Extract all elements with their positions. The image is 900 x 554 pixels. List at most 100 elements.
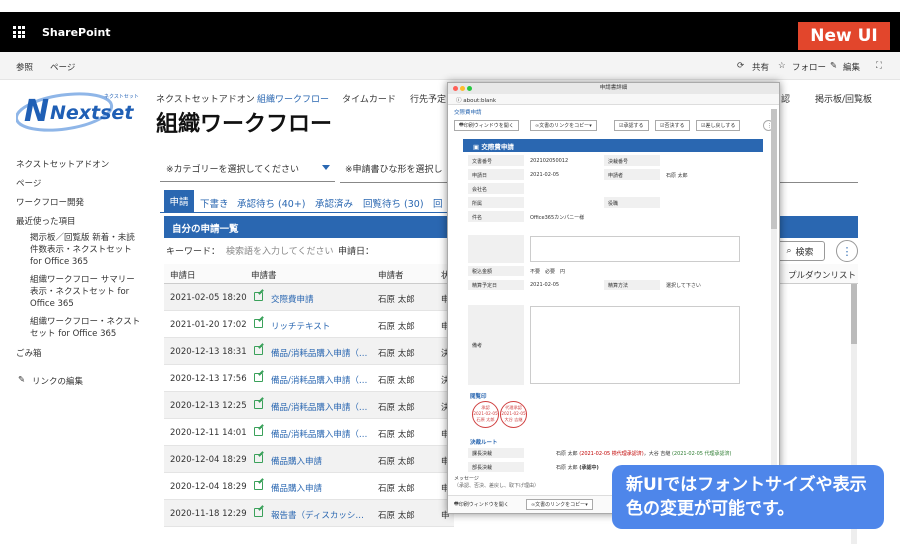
nav-schedule[interactable]: 行先予定	[410, 92, 446, 105]
app-title[interactable]: SharePoint	[42, 26, 111, 39]
method-select[interactable]: 選択して下さい	[666, 282, 701, 289]
tab-pending[interactable]: 承認待ち (40+)	[237, 196, 305, 210]
leftnav-page[interactable]: ページ	[16, 177, 41, 189]
row-form-link[interactable]: 報告書（ディスカッシ…	[271, 509, 364, 521]
search-button[interactable]: ⌕ 検索	[775, 241, 825, 261]
row-date: 2020-12-11 14:01	[170, 428, 247, 438]
field-value[interactable]: 202102050012	[530, 158, 568, 164]
search-input[interactable]: 検索語を入力してください	[226, 244, 333, 257]
open-window-icon[interactable]	[254, 400, 263, 409]
page-tab[interactable]: ページ	[50, 61, 75, 73]
leftnav-recent[interactable]: 最近使った項目	[16, 215, 76, 227]
app-launcher-icon[interactable]	[13, 26, 25, 38]
tab-draft[interactable]: 下書き	[200, 196, 229, 210]
tab-apply[interactable]: 申請	[164, 190, 194, 212]
route-title: 決裁ルート	[470, 440, 498, 446]
tab-more[interactable]: 回	[433, 196, 443, 210]
send-back-button[interactable]: ☑ 差し戻しする	[696, 120, 741, 131]
row-form-link[interactable]: 備品購入申請	[271, 482, 322, 494]
browse-tab[interactable]: 参照	[16, 61, 33, 73]
field-label: 件名	[472, 215, 483, 221]
nav-workflow[interactable]: 組織ワークフロー	[257, 92, 329, 105]
leftnav-addon[interactable]: ネクストセットアドオン	[16, 158, 109, 170]
new-ui-badge: New UI	[798, 22, 890, 50]
tab-approved[interactable]: 承認済み	[315, 196, 353, 210]
share-button[interactable]: 共有	[752, 61, 769, 73]
detail-modal: 申請書詳細 ⓘ about:blank 交際費申請 🖶 印刷ウィンドウを開く ∞…	[447, 82, 780, 514]
col-pulldown[interactable]: プルダウンリスト	[788, 269, 856, 281]
open-window-icon[interactable]	[254, 508, 263, 517]
more-icon[interactable]: ⋮	[836, 240, 858, 262]
field-label: 申請日	[472, 173, 488, 179]
category-select[interactable]: ※カテゴリーを選択してください	[160, 156, 335, 182]
row-form-link[interactable]: 備品/消耗品購入申請（…	[271, 428, 367, 440]
col-user[interactable]: 申請者	[378, 269, 404, 281]
field-value[interactable]: 2021-02-05	[530, 172, 559, 178]
table-row[interactable]: 2020-12-13 17:56 備品/消耗品購入申請（… 石原 太郎 決	[164, 365, 454, 392]
template-select[interactable]: ※申請書ひな形を選択し	[345, 162, 443, 175]
field-value[interactable]: Office365カンパニー様	[530, 214, 584, 221]
route-label: 課長決裁	[472, 451, 493, 457]
print-button[interactable]: 🖶 印刷ウィンドウを開く	[454, 120, 519, 131]
row-user: 石原 太郎	[378, 430, 415, 440]
exec-value[interactable]: 2021-02-05	[530, 282, 559, 288]
table-row[interactable]: 2021-02-05 18:20 交際費申請 石原 太郎 申	[164, 284, 454, 311]
follow-button[interactable]: フォロー	[792, 61, 826, 73]
chevron-down-icon: ▾	[585, 501, 588, 508]
nav-approval[interactable]: 認	[781, 92, 790, 105]
row-form-link[interactable]: 備品購入申請	[271, 455, 322, 467]
row-form-link[interactable]: 備品/消耗品購入申請（…	[271, 401, 367, 413]
tab-circulation[interactable]: 回覧待ち (30)	[363, 196, 424, 210]
table-row[interactable]: 2021-01-20 17:02 リッチテキスト 石原 太郎 申	[164, 311, 454, 338]
leftnav-sub-board[interactable]: 掲示板／回覧版 新着・未読件数表示・ネクストセット for Office 365	[30, 232, 142, 268]
route-label: 部長決裁	[472, 465, 493, 471]
field-value[interactable]: 石原 太郎	[666, 172, 688, 179]
window-controls[interactable]	[453, 86, 472, 91]
modal-breadcrumb[interactable]: 交際費申請	[454, 108, 482, 116]
edit-icon[interactable]: ✎	[830, 61, 837, 71]
leftnav-dev[interactable]: ワークフロー開発	[16, 196, 84, 208]
amount-value[interactable]: 不要 必要 円	[530, 268, 565, 275]
chevron-down-icon[interactable]	[322, 165, 330, 170]
address-bar[interactable]: ⓘ about:blank	[448, 94, 779, 105]
row-user: 石原 太郎	[378, 376, 415, 386]
col-form[interactable]: 申請書	[251, 269, 277, 281]
proxy-stamp: 代理承認 2021-02-05 大谷 吉継	[500, 401, 527, 428]
purpose-input[interactable]	[530, 236, 740, 262]
footer-copy-link-button[interactable]: ∞ 文書のリンクをコピー ▾	[526, 499, 593, 510]
open-window-icon[interactable]	[254, 319, 263, 328]
follow-icon[interactable]: ☆	[778, 61, 786, 71]
row-form-link[interactable]: リッチテキスト	[271, 320, 330, 332]
table-row[interactable]: 2020-11-18 12:29 報告書（ディスカッシ… 石原 太郎 申	[164, 500, 454, 527]
col-date[interactable]: 申請日	[170, 269, 196, 281]
fullscreen-icon[interactable]: ⛶	[876, 61, 882, 71]
reject-button[interactable]: ☑ 否決する	[655, 120, 690, 131]
notes-input[interactable]	[530, 306, 740, 384]
table-row[interactable]: 2020-12-13 12:25 備品/消耗品購入申請（… 石原 太郎 決	[164, 392, 454, 419]
row-form-link[interactable]: 備品/消耗品購入申請（…	[271, 347, 367, 359]
table-row[interactable]: 2020-12-13 18:31 備品/消耗品購入申請（… 石原 太郎 決	[164, 338, 454, 365]
table-row[interactable]: 2020-12-11 14:01 備品/消耗品購入申請（… 石原 太郎 申	[164, 419, 454, 446]
open-window-icon[interactable]	[254, 373, 263, 382]
open-window-icon[interactable]	[254, 481, 263, 490]
row-form-link[interactable]: 備品/消耗品購入申請（…	[271, 374, 367, 386]
field-label: 役職	[608, 201, 619, 207]
nav-timecard[interactable]: タイムカード	[342, 92, 396, 105]
row-form-link[interactable]: 交際費申請	[271, 293, 314, 305]
open-window-icon[interactable]	[254, 346, 263, 355]
nav-board[interactable]: 掲示板/回覧板	[815, 92, 872, 105]
open-window-icon[interactable]	[254, 454, 263, 463]
table-row[interactable]: 2020-12-04 18:29 備品購入申請 石原 太郎 申	[164, 473, 454, 500]
approve-button[interactable]: ☑ 承認する	[614, 120, 649, 131]
open-window-icon[interactable]	[254, 427, 263, 436]
nav-addon[interactable]: ネクストセットアドオン	[156, 92, 255, 105]
open-window-icon[interactable]	[254, 292, 263, 301]
table-row[interactable]: 2020-12-04 18:29 備品購入申請 石原 太郎 申	[164, 446, 454, 473]
nextset-logo: N Nextset ネクストセット	[14, 88, 144, 134]
footer-print-button[interactable]: 🖶 印刷ウィンドウを開く	[450, 499, 513, 510]
copy-link-button[interactable]: ∞ 文書のリンクをコピー ▾	[530, 120, 597, 131]
modal-scrollbar[interactable]	[771, 109, 777, 494]
notes-label: 備考	[472, 343, 483, 349]
share-icon[interactable]: ⟳	[737, 61, 744, 71]
edit-button[interactable]: 編集	[843, 61, 860, 73]
